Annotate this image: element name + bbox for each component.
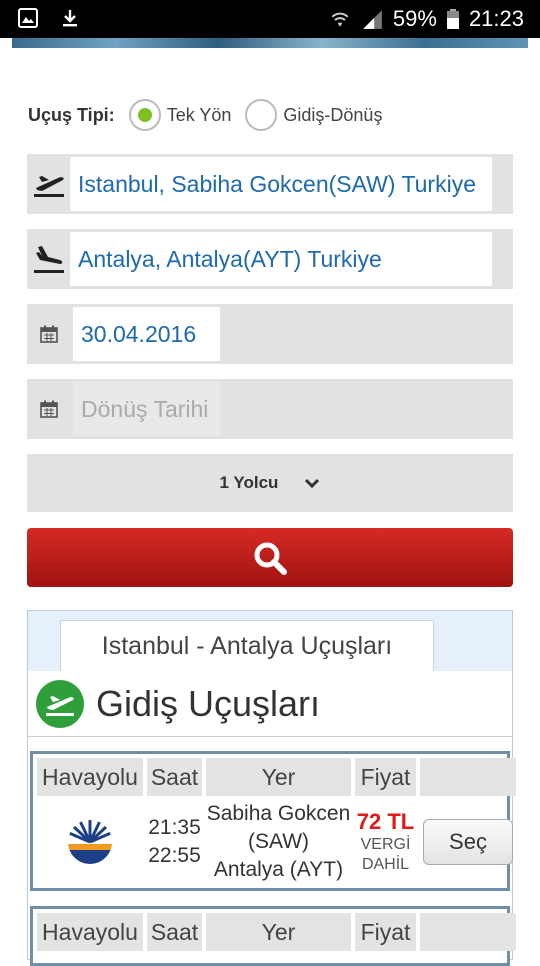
battery-icon	[446, 9, 459, 29]
passenger-selector[interactable]: 1 Yolcu	[27, 454, 513, 512]
header-banner-image	[12, 38, 528, 48]
return-date-field[interactable]: Dönüş Tarihi	[27, 379, 513, 439]
flight-card: Havayolu Saat Yer Fiyat 21:35 22:55 Sabi…	[30, 751, 516, 891]
departure-date-input[interactable]: 30.04.2016	[73, 307, 220, 361]
flight-price: 72 TL VERGİ DAHİL	[355, 800, 416, 884]
search-button[interactable]	[27, 528, 513, 587]
column-action	[420, 913, 516, 951]
chevron-down-icon	[305, 478, 320, 489]
results-panel: Istanbul - Antalya Uçuşları Gidiş Uçuşla…	[27, 610, 516, 966]
takeoff-icon	[27, 154, 71, 214]
results-header: Istanbul - Antalya Uçuşları	[28, 611, 512, 671]
return-date-input[interactable]: Dönüş Tarihi	[73, 382, 220, 436]
flight-locations: Sabiha Gokcen (SAW) Antalya (AYT)	[206, 800, 351, 884]
departure-plane-icon	[36, 679, 84, 728]
route-tab[interactable]: Istanbul - Antalya Uçuşları	[60, 620, 434, 671]
flight-table-header: Havayolu Saat Yer Fiyat	[37, 913, 516, 951]
round-trip-radio[interactable]	[245, 99, 278, 131]
destination-field[interactable]: Antalya, Antalya(AYT) Turkiye	[27, 229, 513, 289]
departure-time: 21:35	[148, 816, 201, 839]
arrival-time: 22:55	[148, 844, 201, 867]
round-trip-label[interactable]: Gidiş-Dönüş	[283, 105, 382, 126]
gallery-notification-icon	[18, 8, 38, 28]
column-airline: Havayolu	[37, 913, 143, 951]
from-location: Sabiha Gokcen (SAW)	[206, 802, 351, 853]
one-way-radio[interactable]	[128, 99, 161, 131]
column-time: Saat	[147, 913, 202, 951]
tax-note-line1: VERGİ	[360, 836, 411, 853]
signal-icon	[363, 10, 382, 29]
flight-type-label: Uçuş Tipi:	[28, 104, 115, 125]
origin-input[interactable]: Istanbul, Sabiha Gokcen(SAW) Turkiye	[70, 157, 492, 211]
destination-input[interactable]: Antalya, Antalya(AYT) Turkiye	[70, 232, 492, 286]
search-icon	[254, 542, 287, 575]
flight-card: Havayolu Saat Yer Fiyat	[30, 906, 516, 966]
outbound-section-header: Gidiş Uçuşları	[28, 671, 512, 737]
departure-date-field[interactable]: 30.04.2016	[27, 304, 513, 364]
landing-icon	[27, 229, 71, 289]
calendar-icon	[27, 379, 71, 439]
column-action	[420, 758, 516, 796]
status-bar: 59% 21:23	[0, 0, 540, 38]
to-location: Antalya (AYT)	[213, 858, 344, 881]
flight-row: 21:35 22:55 Sabiha Gokcen (SAW) Antalya …	[37, 800, 516, 884]
tax-note-line2: DAHİL	[361, 856, 410, 873]
clock: 21:23	[468, 6, 524, 31]
download-notification-icon	[63, 10, 77, 27]
column-price: Fiyat	[355, 758, 416, 796]
airline-logo	[37, 800, 143, 884]
wifi-icon	[331, 12, 349, 27]
column-location: Yer	[206, 913, 351, 951]
battery-percentage: 59%	[392, 6, 437, 31]
column-location: Yer	[206, 758, 351, 796]
flight-table-header: Havayolu Saat Yer Fiyat	[37, 758, 516, 796]
select-flight-button[interactable]: Seç	[423, 819, 513, 865]
outbound-section-title: Gidiş Uçuşları	[96, 682, 321, 724]
flight-type-selector: Uçuş Tipi: Tek Yön Gidiş-Dönüş	[28, 96, 396, 134]
column-airline: Havayolu	[37, 758, 143, 796]
one-way-label[interactable]: Tek Yön	[167, 105, 232, 126]
column-price: Fiyat	[355, 913, 416, 951]
origin-field[interactable]: Istanbul, Sabiha Gokcen(SAW) Turkiye	[27, 154, 513, 214]
price-amount: 72 TL	[356, 809, 415, 834]
flight-times: 21:35 22:55	[147, 800, 202, 884]
column-time: Saat	[147, 758, 202, 796]
passenger-count-label: 1 Yolcu	[219, 473, 279, 492]
select-cell: Seç	[420, 800, 516, 884]
calendar-icon	[27, 304, 71, 364]
